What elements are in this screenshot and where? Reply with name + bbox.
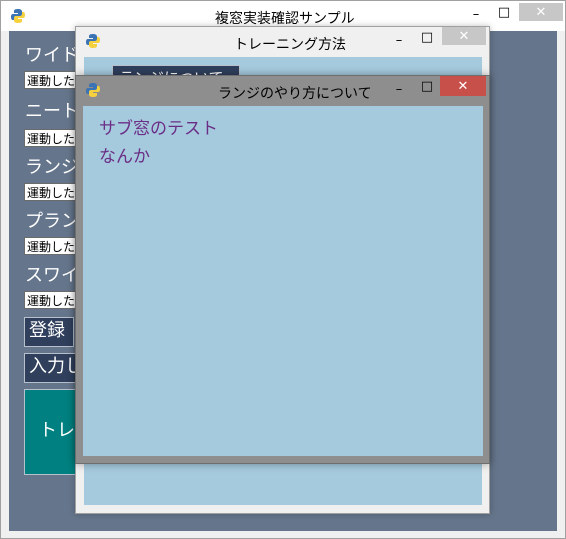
- training-close-button[interactable]: ✕: [442, 27, 486, 45]
- main-maximize-button[interactable]: □: [491, 3, 517, 21]
- python-icon: [11, 9, 25, 23]
- main-window-title: 複窓実装確認サンプル: [215, 11, 355, 27]
- lunge-text-line-2: なんか: [99, 147, 150, 167]
- lunge-window: ランジのやり方について – □ ✕ サブ窓のテスト なんか: [75, 75, 490, 464]
- lunge-minimize-button[interactable]: –: [386, 80, 412, 98]
- lunge-close-button[interactable]: ✕: [440, 76, 486, 96]
- exercise-label-wide: ワイド: [25, 45, 79, 66]
- training-window-title: トレーニング方法: [234, 37, 346, 53]
- training-maximize-button[interactable]: □: [414, 28, 440, 46]
- lunge-text-line-1: サブ窓のテスト: [99, 119, 218, 139]
- exercise-label-swing: スワイ: [25, 265, 79, 286]
- exercise-label-lunge: ランジ: [25, 157, 79, 178]
- main-minimize-button[interactable]: –: [463, 5, 489, 23]
- exercise-label-neat: ニート: [25, 101, 79, 122]
- training-minimize-button[interactable]: –: [386, 31, 412, 49]
- lunge-window-title: ランジのやり方について: [218, 86, 372, 102]
- exercise-label-plank: プラン: [25, 211, 79, 232]
- register-button[interactable]: 登録: [24, 317, 74, 347]
- python-icon: [86, 83, 100, 97]
- lunge-maximize-button[interactable]: □: [414, 77, 440, 95]
- main-close-button[interactable]: ✕: [519, 3, 563, 21]
- python-icon: [86, 34, 100, 48]
- lunge-client-area: サブ窓のテスト なんか: [83, 106, 483, 456]
